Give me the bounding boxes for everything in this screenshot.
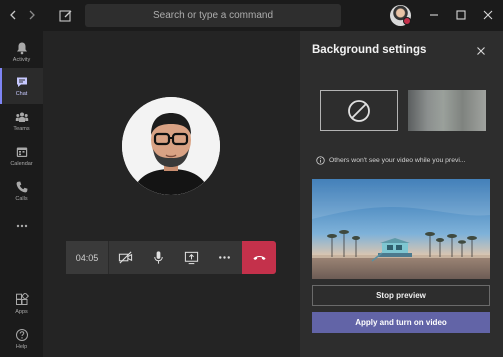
call-stage: 04:05 [43, 31, 300, 357]
rail-item-calendar[interactable]: Calendar [0, 138, 43, 174]
calendar-icon [16, 147, 27, 157]
share-screen-icon [184, 251, 199, 265]
rail-item-activity[interactable]: Activity [0, 34, 43, 70]
info-icon [316, 156, 325, 165]
info-text: Others won't see your video while you pr… [329, 157, 466, 164]
chat-icon [16, 77, 27, 87]
close-window-icon[interactable] [481, 8, 495, 22]
rail-item-teams[interactable]: Teams [0, 103, 43, 139]
background-preview [312, 179, 490, 279]
rail-label-calls: Calls [15, 196, 28, 202]
ellipsis-icon [16, 224, 27, 228]
compose-icon[interactable] [58, 8, 74, 24]
background-settings-panel: Background settings Others won't see you… [300, 31, 503, 357]
rail-item-help[interactable]: Help [0, 321, 43, 357]
rail-item-chat[interactable]: Chat [0, 68, 43, 104]
camera-off-icon [118, 251, 133, 264]
panel-title: Background settings [312, 44, 427, 56]
more-options-button[interactable] [208, 241, 241, 274]
share-screen-button[interactable] [175, 241, 208, 274]
preview-info: Others won't see your video while you pr… [316, 156, 496, 165]
call-timer: 04:05 [66, 241, 109, 274]
bell-icon [16, 42, 27, 55]
microphone-icon [154, 251, 163, 264]
forward-icon[interactable] [25, 8, 39, 22]
rail-label-calendar: Calendar [10, 161, 33, 167]
rail-label-activity: Activity [12, 57, 31, 63]
title-bar: Search or type a command [0, 0, 503, 31]
rail-label-help: Help [15, 344, 28, 350]
app-rail: Activity Chat Teams Calendar Calls Apps … [0, 31, 43, 357]
close-panel-icon[interactable] [475, 45, 487, 57]
apps-icon [15, 293, 29, 305]
teams-icon [15, 112, 28, 122]
minimize-icon[interactable] [427, 8, 441, 22]
background-option-none[interactable] [320, 90, 398, 131]
search-placeholder: Search or type a command [152, 10, 274, 21]
phone-icon [16, 181, 27, 193]
help-icon [15, 329, 28, 341]
rail-label-chat: Chat [15, 91, 28, 97]
maximize-icon[interactable] [454, 8, 468, 22]
rail-label-teams: Teams [13, 126, 30, 132]
no-background-icon [348, 99, 370, 122]
stop-preview-button[interactable]: Stop preview [312, 285, 490, 306]
rail-item-calls[interactable]: Calls [0, 173, 43, 209]
search-input[interactable]: Search or type a command [85, 4, 341, 27]
rail-label-apps: Apps [15, 309, 28, 315]
microphone-button[interactable] [142, 241, 175, 274]
apply-and-turn-on-video-button[interactable]: Apply and turn on video [312, 312, 490, 333]
presence-status-dot [403, 17, 411, 25]
call-controls-bar: 04:05 [66, 241, 276, 274]
hang-up-icon [252, 255, 266, 260]
participant-avatar [122, 97, 220, 195]
rail-item-apps[interactable]: Apps [0, 286, 43, 322]
background-option-blur[interactable] [408, 90, 486, 131]
more-options-icon [219, 256, 230, 259]
back-icon[interactable] [6, 8, 20, 22]
camera-toggle-button[interactable] [109, 241, 142, 274]
more-apps-button[interactable] [0, 208, 43, 244]
hang-up-button[interactable] [242, 241, 276, 274]
